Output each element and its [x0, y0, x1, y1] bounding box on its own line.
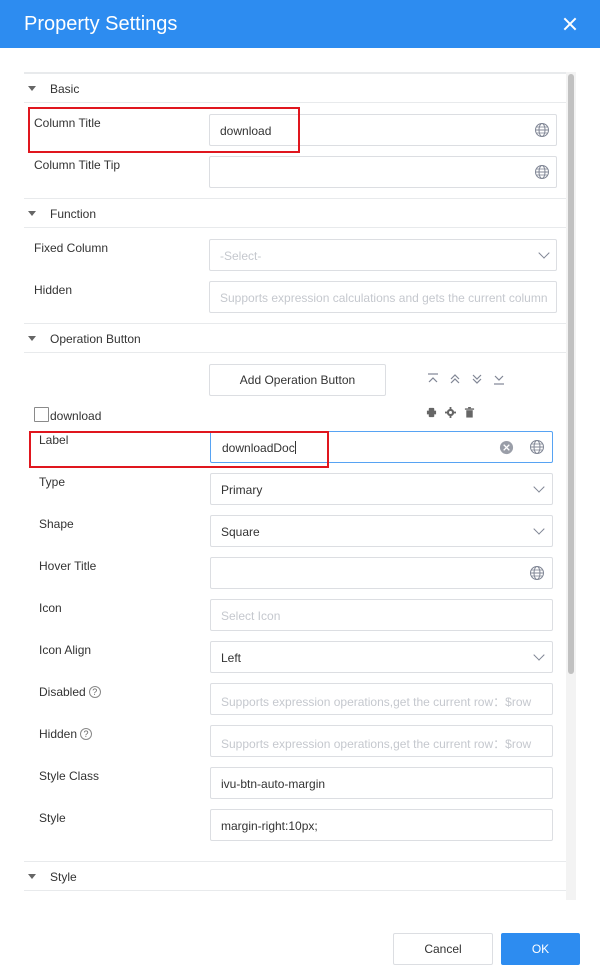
globe-icon[interactable]: [529, 439, 545, 455]
move-bottom-icon[interactable]: [492, 372, 506, 386]
label-input[interactable]: downloadDoc: [210, 431, 553, 463]
chevron-down-icon: [533, 481, 545, 493]
close-icon[interactable]: [556, 10, 584, 38]
caret-down-icon: [28, 86, 36, 91]
style-label: Style: [39, 811, 66, 825]
style-input[interactable]: margin-right:10px;: [210, 809, 553, 841]
type-select[interactable]: Primary: [210, 473, 553, 505]
ok-button[interactable]: OK: [501, 933, 580, 965]
op-hidden-placeholder: Supports expression operations,get the c…: [221, 737, 532, 751]
icon-input[interactable]: Select Icon: [210, 599, 553, 631]
section-function[interactable]: Function: [24, 198, 566, 228]
fixed-column-placeholder: -Select-: [220, 249, 262, 263]
label-field-label: Label: [39, 433, 69, 447]
chevron-down-icon: [538, 247, 550, 259]
shape-value: Square: [221, 525, 260, 539]
disabled-input[interactable]: Supports expression operations,get the c…: [210, 683, 553, 715]
settings-panel: Basic Column Title download Column Title…: [24, 72, 576, 900]
scrollbar-thumb[interactable]: [568, 74, 574, 674]
style-value: margin-right:10px;: [221, 819, 318, 833]
disabled-label: Disabled?: [39, 685, 101, 699]
column-title-input[interactable]: download: [209, 114, 557, 146]
style-class-input[interactable]: ivu-btn-auto-margin: [210, 767, 553, 799]
type-label: Type: [39, 475, 66, 489]
op-hidden-label-text: Hidden: [39, 727, 78, 741]
operation-item-checkbox[interactable]: [34, 407, 49, 422]
shape-label: Shape: [39, 517, 74, 531]
icon-align-label: Icon Align: [39, 643, 92, 657]
globe-icon[interactable]: [534, 122, 550, 138]
gear-icon[interactable]: [445, 407, 456, 418]
section-operation-button[interactable]: Operation Button: [24, 323, 566, 353]
dialog-header: Property Settings: [0, 0, 600, 48]
function-hidden-input[interactable]: Supports expression calculations and get…: [209, 281, 557, 313]
column-title-tip-input[interactable]: [209, 156, 557, 188]
help-icon[interactable]: ?: [80, 728, 93, 740]
op-hidden-input[interactable]: Supports expression operations,get the c…: [210, 725, 553, 757]
move-up-icon[interactable]: [448, 372, 462, 386]
section-style-label: Style: [50, 870, 77, 884]
operation-item-name: download: [50, 409, 102, 423]
caret-down-icon: [28, 211, 36, 216]
section-style[interactable]: Style: [24, 861, 566, 891]
globe-icon[interactable]: [529, 565, 545, 581]
disabled-placeholder: Supports expression operations,get the c…: [221, 695, 532, 709]
section-function-label: Function: [50, 207, 97, 221]
column-title-value: download: [220, 124, 272, 138]
disabled-label-text: Disabled: [39, 685, 86, 699]
globe-icon[interactable]: [534, 164, 550, 180]
icon-align-value: Left: [221, 651, 242, 665]
style-class-value: ivu-btn-auto-margin: [221, 777, 326, 791]
add-operation-button[interactable]: Add Operation Button: [209, 364, 386, 396]
caret-down-icon: [28, 336, 36, 341]
section-operation-label: Operation Button: [50, 332, 141, 346]
caret-down-icon: [28, 874, 36, 879]
hover-title-label: Hover Title: [39, 559, 97, 573]
function-hidden-placeholder: Supports expression calculations and get…: [220, 291, 548, 305]
section-basic-label: Basic: [50, 82, 80, 96]
fixed-column-label: Fixed Column: [34, 241, 109, 255]
shape-select[interactable]: Square: [210, 515, 553, 547]
icon-align-select[interactable]: Left: [210, 641, 553, 673]
move-top-icon[interactable]: [426, 372, 440, 386]
chevron-down-icon: [533, 523, 545, 535]
chevron-down-icon: [533, 649, 545, 661]
label-input-value: downloadDoc: [222, 441, 295, 455]
help-icon[interactable]: ?: [88, 686, 101, 698]
style-class-label: Style Class: [39, 769, 100, 783]
op-hidden-label: Hidden?: [39, 727, 93, 741]
type-value: Primary: [221, 483, 263, 497]
clear-icon[interactable]: [499, 440, 514, 455]
column-title-label: Column Title: [34, 116, 101, 130]
function-hidden-label: Hidden: [34, 283, 73, 297]
cancel-button[interactable]: Cancel: [393, 933, 493, 965]
icon-placeholder: Select Icon: [221, 609, 281, 623]
dialog-title: Property Settings: [24, 13, 178, 35]
trash-icon[interactable]: [464, 407, 475, 418]
section-basic[interactable]: Basic: [24, 73, 566, 103]
icon-label: Icon: [39, 601, 62, 615]
hover-title-input[interactable]: [210, 557, 553, 589]
copy-icon[interactable]: [426, 407, 437, 418]
column-title-tip-label: Column Title Tip: [34, 158, 121, 172]
move-down-icon[interactable]: [470, 372, 484, 386]
fixed-column-select[interactable]: -Select-: [209, 239, 557, 271]
